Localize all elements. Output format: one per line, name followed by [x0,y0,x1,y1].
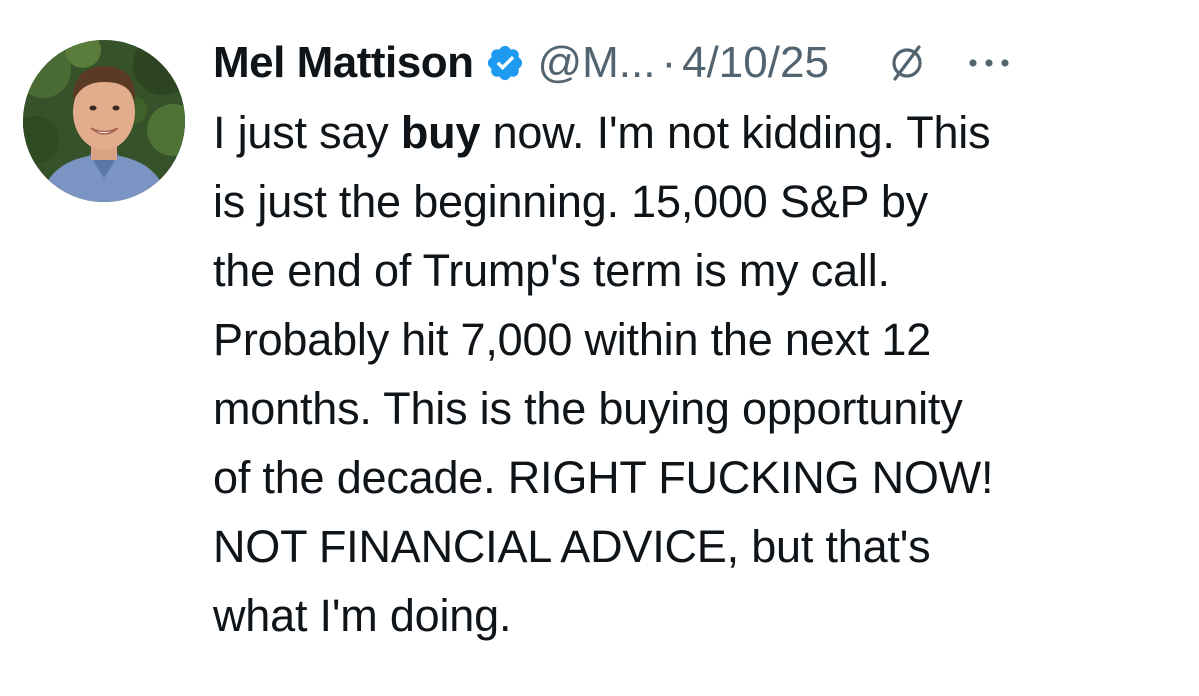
tweet-line: Probably hit 7,000 within the next 12 [213,314,932,365]
tweet-line: NOT FINANCIAL ADVICE, but that's [213,521,931,572]
tweet-line: months. This is the buying opportunity [213,383,963,434]
bold-word: buy [400,107,481,158]
tweet-text: I just say buy now. I'm not kidding. Thi… [213,98,1188,650]
avatar-image [23,40,185,202]
verified-badge-icon[interactable] [485,43,525,83]
tweet-header: Mel Mattison @M... · 4/10/25 [213,30,1013,96]
tweet[interactable]: Mel Mattison @M... · 4/10/25 I just say … [0,0,1199,696]
more-options-icon[interactable] [965,53,1013,73]
tweet-line: the end of Trump's term is my call. [213,245,890,296]
tweet-line: I just say buy now. I'm not kidding. Thi… [213,107,991,158]
tweet-date[interactable]: 4/10/25 [682,38,829,88]
avatar[interactable] [23,40,185,202]
tweet-line: what I'm doing. [213,590,512,641]
tweet-line: of the decade. RIGHT FUCKING NOW! [213,452,994,503]
author-name[interactable]: Mel Mattison [213,38,474,88]
author-handle[interactable]: @M... [537,38,655,88]
grok-icon[interactable] [885,41,929,85]
separator-dot: · [661,38,677,87]
tweet-line: is just the beginning. 15,000 S&P by [213,176,928,227]
